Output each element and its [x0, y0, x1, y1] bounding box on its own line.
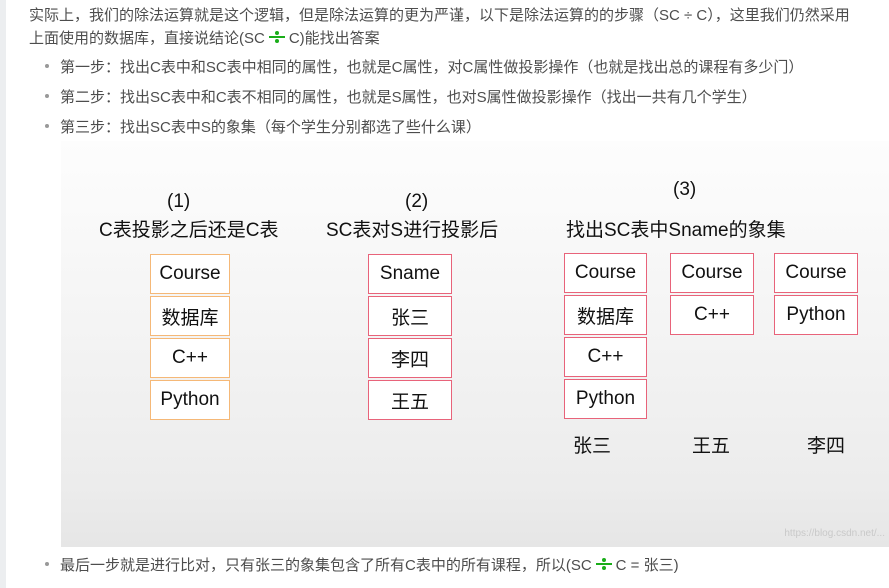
c-table-cell: Course — [150, 254, 230, 294]
step-2-text: 第二步：找出SC表中和C表不相同的属性，也就是S属性，也对S属性做投影操作（找出… — [60, 89, 757, 106]
image-set-label-lisi: 李四 — [807, 436, 846, 457]
image-set-zhangsan-cell: 数据库 — [564, 295, 647, 335]
image-set-zhangsan-cell: Python — [564, 379, 647, 419]
list-item-step-1: 第一步：找出C表中和SC表中相同的属性，也就是C属性，对C属性做投影操作（也就是… — [45, 57, 803, 79]
image-set-label-zhangsan: 张三 — [573, 436, 612, 457]
final-text-after: C = 张三) — [615, 557, 679, 574]
intro-line-2-after: C)能找出答案 — [288, 30, 380, 47]
c-table-cell: Python — [150, 380, 230, 420]
left-border — [0, 0, 6, 588]
s-projection-cell: 王五 — [368, 380, 452, 420]
s-projection-cell: Sname — [368, 254, 452, 294]
panel-3-number: (3) — [673, 179, 697, 200]
bullet-dot — [45, 562, 49, 567]
bullet-dot — [45, 124, 49, 129]
panel-3-title: 找出SC表中Sname的象集 — [566, 220, 786, 241]
image-set-zhangsan-cell: C++ — [564, 337, 647, 377]
final-text-before: 最后一步就是进行比对，只有张三的象集包含了所有C表中的所有课程，所以(SC — [60, 557, 592, 574]
intro-line-2: 上面使用的数据库，直接说结论(SC C)能找出答案 — [29, 27, 889, 50]
list-item-step-2: 第二步：找出SC表中和C表不相同的属性，也就是S属性，也对S属性做投影操作（找出… — [45, 87, 757, 109]
bullet-dot — [45, 64, 49, 69]
step-3-text: 第三步：找出SC表中S的象集（每个学生分别都选了些什么课） — [60, 119, 481, 136]
bullet-dot — [45, 94, 49, 99]
intro-paragraph: 实际上，我们的除法运算就是这个逻辑，但是除法运算的更为严谨，以下是除法运算的的步… — [29, 4, 889, 50]
c-table-cell: 数据库 — [150, 296, 230, 336]
s-projection-cell: 张三 — [368, 296, 452, 336]
image-set-wangwu-cell: C++ — [670, 295, 754, 335]
c-table-cell: C++ — [150, 338, 230, 378]
list-item-final: 最后一步就是进行比对，只有张三的象集包含了所有C表中的所有课程，所以(SC C =… — [45, 555, 679, 577]
image-set-label-wangwu: 王五 — [692, 436, 731, 457]
divide-icon — [268, 30, 286, 44]
list-item-step-3: 第三步：找出SC表中S的象集（每个学生分别都选了些什么课） — [45, 117, 481, 139]
image-set-lisi-cell: Course — [774, 253, 858, 293]
divide-icon — [595, 557, 613, 571]
intro-line-2-before: 上面使用的数据库，直接说结论(SC — [29, 30, 265, 47]
panel-2-title: SC表对S进行投影后 — [326, 220, 499, 241]
panel-2-number: (2) — [405, 191, 429, 212]
panel-1-title: C表投影之后还是C表 — [99, 220, 279, 241]
s-projection-cell: 李四 — [368, 338, 452, 378]
image-set-lisi-cell: Python — [774, 295, 858, 335]
relational-division-figure: (1) C表投影之后还是C表 Course 数据库 C++ Python (2)… — [61, 141, 889, 547]
panel-1-number: (1) — [167, 191, 191, 212]
watermark: https://blog.csdn.net/... — [784, 528, 885, 539]
intro-line-1: 实际上，我们的除法运算就是这个逻辑，但是除法运算的更为严谨，以下是除法运算的的步… — [29, 7, 850, 24]
image-set-wangwu-cell: Course — [670, 253, 754, 293]
image-set-zhangsan-cell: Course — [564, 253, 647, 293]
step-1-text: 第一步：找出C表中和SC表中相同的属性，也就是C属性，对C属性做投影操作（也就是… — [60, 59, 804, 76]
